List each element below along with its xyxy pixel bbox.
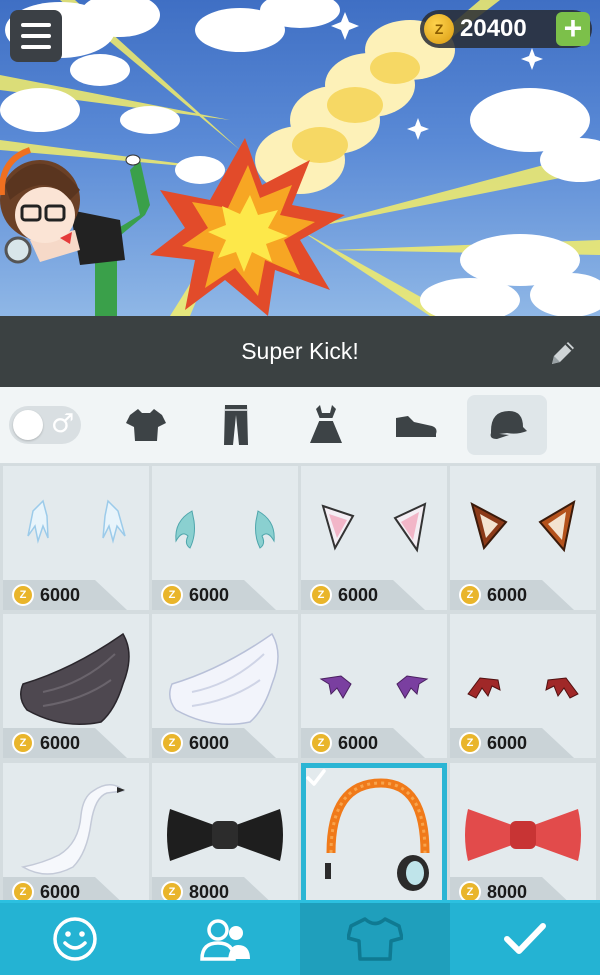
item-price: 6000 xyxy=(40,584,81,605)
outfit-title: Super Kick! xyxy=(241,338,359,364)
coin-icon xyxy=(459,732,481,754)
coin-icon xyxy=(161,584,183,606)
item-price: 6000 xyxy=(40,732,81,753)
menu-button[interactable] xyxy=(10,10,62,62)
item-price: 6000 xyxy=(338,584,379,605)
avatar-scene: 20400 + xyxy=(0,0,600,316)
item-tile[interactable]: 8000 xyxy=(152,763,298,907)
coin-icon xyxy=(12,732,34,754)
dress-icon xyxy=(310,405,342,443)
item-tile[interactable]: 6000 xyxy=(3,614,149,758)
item-tile[interactable]: 6000 xyxy=(152,614,298,758)
menu-icon-line xyxy=(21,23,51,27)
nav-confirm[interactable] xyxy=(450,903,600,975)
item-tile[interactable]: 6000 xyxy=(301,614,447,758)
coin-icon xyxy=(12,584,34,606)
shirt-icon xyxy=(126,409,166,441)
cap-icon xyxy=(490,411,527,439)
tab-shirt[interactable] xyxy=(106,395,186,455)
item-price: 6000 xyxy=(189,584,230,605)
pencil-icon[interactable] xyxy=(548,338,578,368)
item-grid: 6000 6000 6000 xyxy=(0,464,600,907)
item-tile[interactable]: 8000 xyxy=(450,763,596,907)
nav-face[interactable] xyxy=(0,903,150,975)
tab-dress[interactable] xyxy=(286,395,366,455)
nav-friends[interactable] xyxy=(150,903,300,975)
coin-icon xyxy=(310,584,332,606)
nav-outfit[interactable] xyxy=(300,903,450,975)
coin-icon xyxy=(310,732,332,754)
item-tile-selected[interactable] xyxy=(301,763,447,907)
item-tile[interactable]: 6000 xyxy=(450,466,596,610)
add-coins-button[interactable]: + xyxy=(556,12,590,46)
toggle-knob xyxy=(13,410,43,440)
coin-balance: 20400 xyxy=(460,15,527,42)
tab-swimwear[interactable] xyxy=(560,395,600,455)
coin-icon xyxy=(161,732,183,754)
category-bar: ♂ xyxy=(0,387,600,464)
coin-balance-box: 20400 + xyxy=(420,10,592,48)
coin-icon xyxy=(424,14,454,44)
menu-icon-line xyxy=(21,34,51,38)
item-tile[interactable]: 6000 xyxy=(301,466,447,610)
bikini-icon xyxy=(580,405,600,445)
item-price: 6000 xyxy=(338,732,379,753)
shirt-icon xyxy=(347,917,403,961)
bottom-nav xyxy=(0,900,600,975)
item-price: 6000 xyxy=(487,732,528,753)
gender-toggle[interactable]: ♂ xyxy=(9,406,81,444)
checkmark-icon xyxy=(504,923,546,954)
checkmark-icon xyxy=(306,769,326,786)
male-symbol: ♂ xyxy=(51,409,75,439)
item-tile[interactable]: 6000 xyxy=(152,466,298,610)
item-tile[interactable]: 6000 xyxy=(450,614,596,758)
item-tile[interactable]: 6000 xyxy=(3,763,149,907)
tab-hats[interactable] xyxy=(467,395,547,455)
item-price: 6000 xyxy=(487,584,528,605)
item-price: 6000 xyxy=(189,732,230,753)
smiley-icon xyxy=(53,917,97,961)
title-bar: Super Kick! xyxy=(0,316,600,387)
coin-icon xyxy=(459,584,481,606)
people-icon xyxy=(200,919,250,961)
tab-shoes[interactable] xyxy=(376,395,456,455)
pants-icon xyxy=(224,405,248,445)
shoe-icon xyxy=(396,416,437,437)
menu-icon-line xyxy=(21,45,51,49)
item-tile[interactable]: 6000 xyxy=(3,466,149,610)
tab-pants[interactable] xyxy=(196,395,276,455)
